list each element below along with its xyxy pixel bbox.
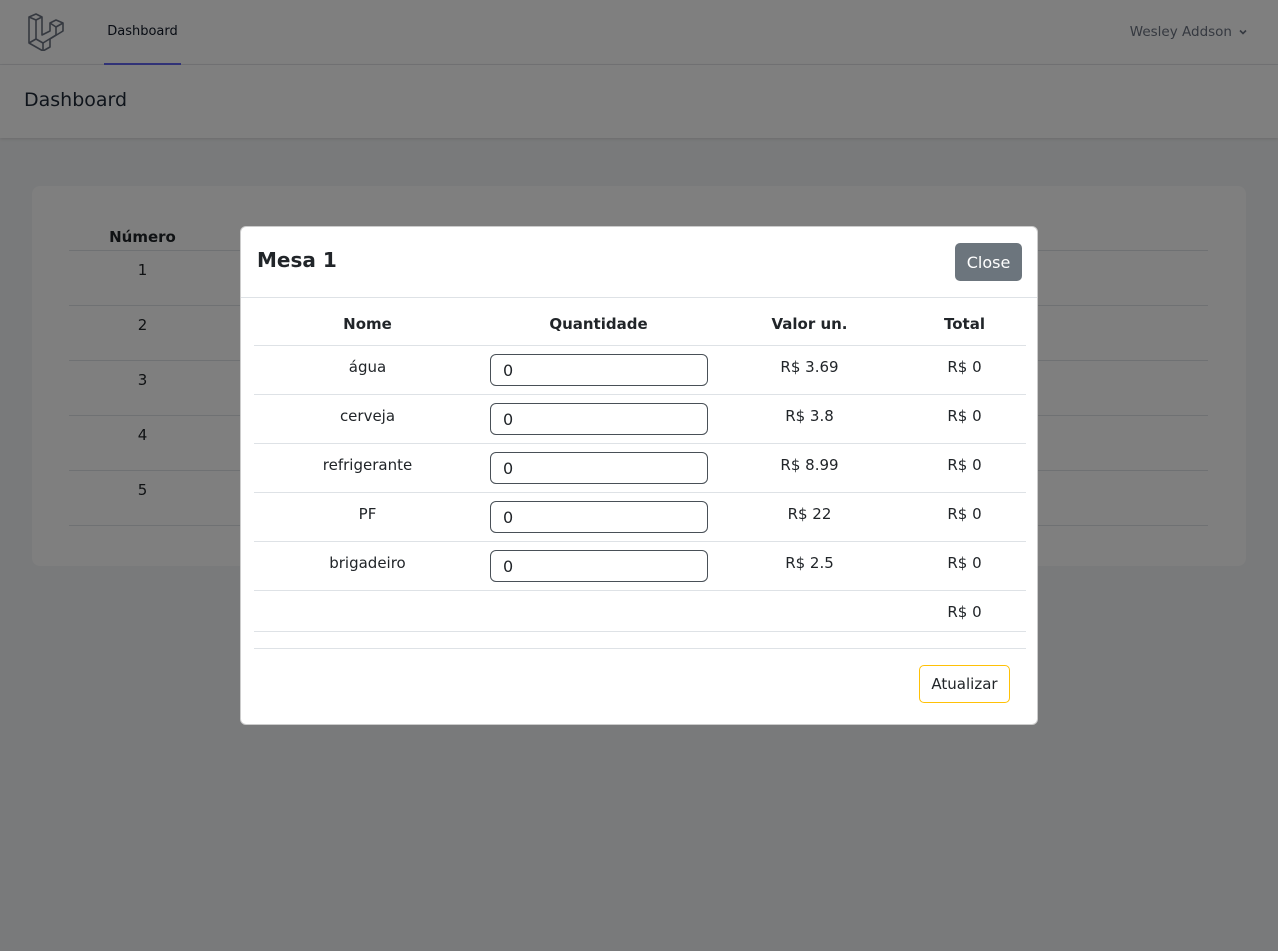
item-total: R$ 0: [947, 407, 982, 425]
column-header-nome: Nome: [343, 315, 392, 333]
table-row: PF R$ 22 R$ 0: [254, 493, 1026, 542]
quantity-input[interactable]: [490, 501, 708, 533]
item-unit-price: R$ 22: [787, 505, 832, 523]
item-total: R$ 0: [947, 554, 982, 572]
grand-total-row: R$ 0: [254, 591, 1026, 632]
item-name: PF: [358, 505, 377, 523]
item-name: cerveja: [339, 407, 396, 425]
table-row: água R$ 3.69 R$ 0: [254, 346, 1026, 395]
table-row: brigadeiro R$ 2.5 R$ 0: [254, 542, 1026, 591]
quantity-input[interactable]: [490, 354, 708, 386]
close-button[interactable]: Close: [955, 243, 1022, 281]
item-total: R$ 0: [947, 505, 982, 523]
column-header-valor-un: Valor un.: [771, 315, 848, 333]
quantity-input[interactable]: [490, 550, 708, 582]
item-unit-price: R$ 3.8: [785, 407, 834, 425]
item-unit-price: R$ 8.99: [780, 456, 839, 474]
table-header: Nome Quantidade Valor un. Total: [254, 304, 1026, 346]
modal-footer: Atualizar: [254, 648, 1026, 724]
modal-title: Mesa 1: [257, 248, 337, 272]
item-unit-price: R$ 3.69: [780, 358, 839, 376]
column-header-total: Total: [944, 315, 985, 333]
item-name: água: [348, 358, 387, 376]
table-row: cerveja R$ 3.8 R$ 0: [254, 395, 1026, 444]
item-unit-price: R$ 2.5: [785, 554, 834, 572]
order-items-table: Nome Quantidade Valor un. Total água R$ …: [254, 304, 1026, 632]
grand-total: R$ 0: [947, 603, 982, 621]
order-modal: Mesa 1 Close Nome Quantidade Valor un. T…: [240, 226, 1038, 725]
table-row: refrigerante R$ 8.99 R$ 0: [254, 444, 1026, 493]
item-name: brigadeiro: [329, 554, 406, 572]
column-header-quantidade: Quantidade: [549, 315, 648, 333]
quantity-input[interactable]: [490, 403, 708, 435]
update-button[interactable]: Atualizar: [919, 665, 1010, 703]
item-total: R$ 0: [947, 358, 982, 376]
quantity-input[interactable]: [490, 452, 708, 484]
modal-header: Mesa 1 Close: [241, 227, 1037, 298]
item-total: R$ 0: [947, 456, 982, 474]
item-name: refrigerante: [322, 456, 413, 474]
